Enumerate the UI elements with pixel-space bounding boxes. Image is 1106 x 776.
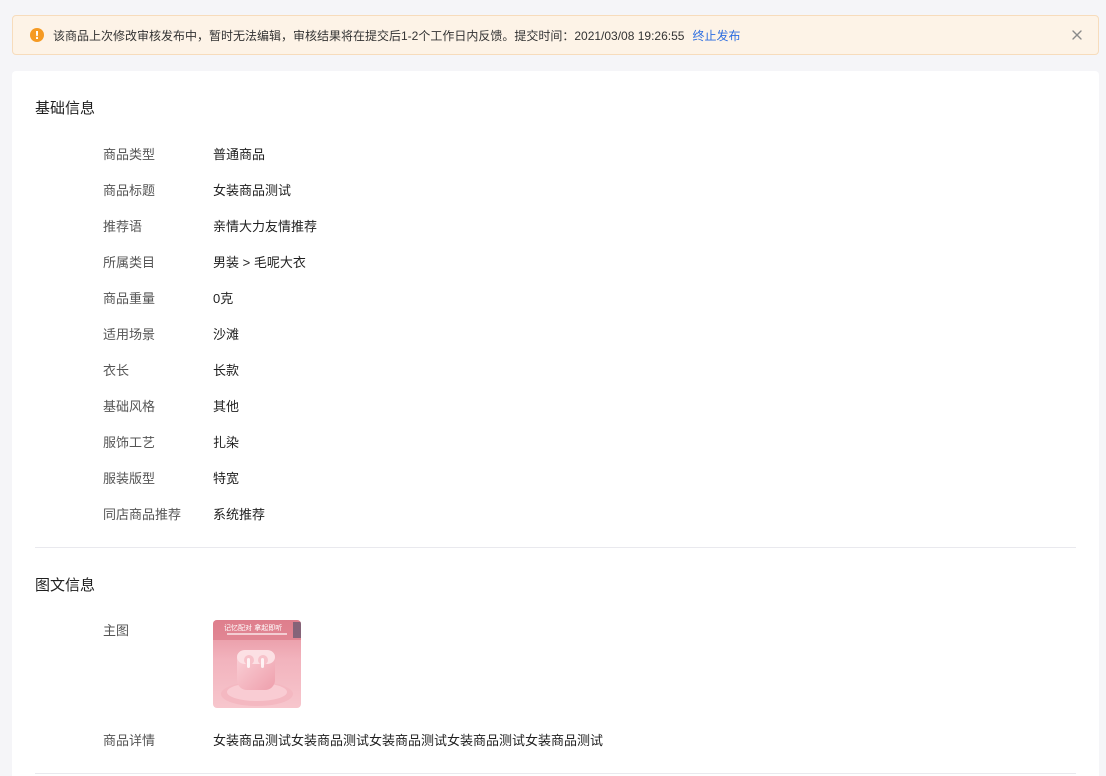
field-row-recommendation: 推荐语 亲情大力友情推荐 [103, 215, 1003, 235]
field-row-fit: 服装版型 特宽 [103, 467, 1003, 487]
section-divider [35, 773, 1076, 774]
field-row-store-recommend: 同店商品推荐 系统推荐 [103, 503, 1003, 523]
field-row-craft: 服饰工艺 扎染 [103, 431, 1003, 451]
field-label: 商品详情 [103, 732, 156, 748]
field-label: 同店商品推荐 [103, 506, 182, 522]
field-label: 适用场景 [103, 326, 156, 342]
stop-publish-link[interactable]: 终止发布 [692, 27, 740, 44]
field-row-product-type: 商品类型 普通商品 [103, 143, 1003, 163]
field-label: 商品标题 [103, 182, 156, 198]
field-label: 推荐语 [103, 218, 143, 234]
field-value: 0克 [213, 290, 234, 306]
field-row-product-detail: 商品详情 女装商品测试女装商品测试女装商品测试女装商品测试女装商品测试 [103, 729, 1003, 749]
field-value: 长款 [213, 362, 240, 378]
field-row-weight: 商品重量 0克 [103, 287, 1003, 307]
main-image-thumbnail[interactable]: 记忆配对 拿起即听 [213, 620, 301, 708]
notice-text: 该商品上次修改审核发布中，暂时无法编辑，审核结果将在提交后1-2个工作日内反馈。… [53, 28, 685, 43]
field-row-product-title: 商品标题 女装商品测试 [103, 179, 1003, 199]
field-row-category: 所属类目 男装 > 毛呢大衣 [103, 251, 1003, 271]
field-row-style: 基础风格 其他 [103, 395, 1003, 415]
field-value: 女装商品测试女装商品测试女装商品测试女装商品测试女装商品测试 [213, 732, 604, 748]
field-value: 其他 [213, 398, 240, 414]
field-value: 沙滩 [213, 326, 240, 342]
field-value: 男装 > 毛呢大衣 [213, 254, 306, 270]
field-label: 所属类目 [103, 254, 156, 270]
field-row-length: 衣长 长款 [103, 359, 1003, 379]
field-label: 服装版型 [103, 470, 156, 486]
section-title-basic-info: 基础信息 [35, 100, 96, 117]
field-label: 基础风格 [103, 398, 156, 414]
field-value: 扎染 [213, 434, 240, 450]
section-title-media-info: 图文信息 [35, 577, 96, 594]
field-value: 普通商品 [213, 146, 266, 162]
warning-circle-icon: ! [30, 28, 44, 42]
field-row-scene: 适用场景 沙滩 [103, 323, 1003, 343]
field-label: 商品类型 [103, 146, 156, 162]
field-label: 衣长 [103, 362, 130, 378]
field-value: 亲情大力友情推荐 [213, 218, 318, 234]
field-value: 系统推荐 [213, 506, 266, 522]
review-notice-banner: ! 该商品上次修改审核发布中，暂时无法编辑，审核结果将在提交后1-2个工作日内反… [12, 15, 1099, 55]
image-caption: 记忆配对 拿起即听 [224, 623, 282, 632]
field-value: 女装商品测试 [213, 182, 292, 198]
field-value: 特宽 [213, 470, 240, 486]
field-label: 主图 [103, 623, 130, 638]
section-divider [35, 547, 1076, 548]
product-detail-card: 基础信息 商品类型 普通商品 商品标题 女装商品测试 推荐语 亲情大力友情推荐 … [12, 71, 1099, 776]
field-label: 商品重量 [103, 290, 156, 306]
close-icon[interactable] [1070, 28, 1084, 42]
field-label: 服饰工艺 [103, 434, 156, 450]
